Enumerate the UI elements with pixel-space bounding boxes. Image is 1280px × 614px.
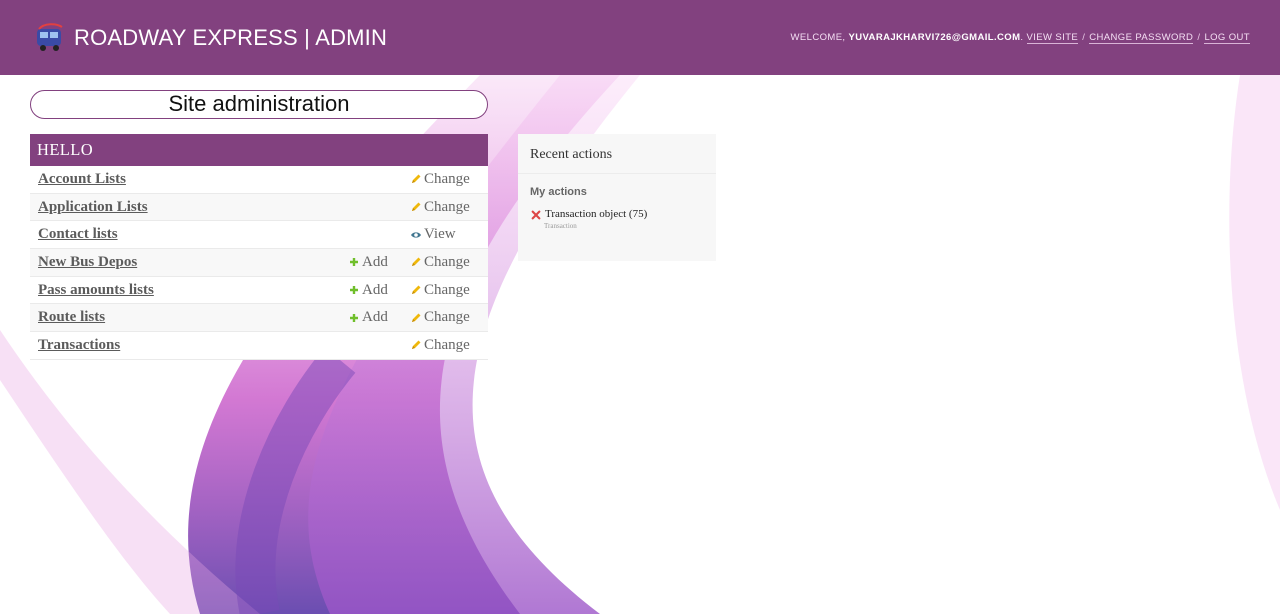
add-link[interactable]: Add [348,282,388,299]
recent-actions-panel: Recent actions My actions Transaction ob… [518,134,716,261]
view-site-link[interactable]: VIEW SITE [1026,32,1079,44]
change-label: Change [424,281,470,298]
add-link[interactable]: Add [348,309,388,326]
model-link[interactable]: Account Lists [38,171,126,188]
model-row: Contact lists View [30,221,488,250]
recent-action-link[interactable]: Transaction object (75) [545,208,647,220]
add-label: Add [362,253,388,270]
model-row: Account Lists Change [30,166,488,194]
add-label: Add [362,309,388,326]
add-label: Add [362,281,388,298]
model-row: Transactions Change [30,332,488,360]
model-row: Application Lists Change [30,193,488,222]
change-pencil-icon [412,340,421,350]
page-title: Site administration [30,90,488,119]
change-link[interactable]: Change [410,171,470,188]
model-row: New Bus Depos Add Change [30,249,488,277]
change-label: Change [424,170,470,187]
separator: / [1197,32,1201,43]
model-link[interactable]: Contact lists [38,226,118,243]
change-pencil-icon [412,202,421,212]
change-link[interactable]: Change [410,282,470,299]
model-row: Route lists Add Change [30,304,488,333]
add-link[interactable]: Add [348,254,388,271]
change-pencil-icon [412,257,421,267]
recent-action-type: Transaction [544,222,577,230]
recent-actions-title: Recent actions [518,134,716,174]
site-header: ROADWAY EXPRESS | ADMIN WELCOME, YUVARAJ… [0,0,1280,75]
change-label: Change [424,309,470,326]
model-link[interactable]: Route lists [38,309,105,326]
model-link[interactable]: New Bus Depos [38,254,137,271]
change-link[interactable]: Change [410,309,470,326]
delete-icon [531,210,541,220]
change-label: Change [424,253,470,270]
change-pencil-icon [412,174,421,184]
change-label: Change [424,198,470,215]
add-plus-icon [350,286,358,295]
my-actions-heading: My actions [530,186,587,198]
model-link[interactable]: Transactions [38,337,120,354]
change-pencil-icon [412,285,421,295]
change-password-link[interactable]: CHANGE PASSWORD [1089,32,1194,44]
username: YUVARAJKHARVI726@GMAIL.COM [848,32,1021,43]
separator: / [1082,32,1086,43]
welcome-text: WELCOME, [790,32,846,43]
add-plus-icon [350,258,358,267]
user-tools: WELCOME, YUVARAJKHARVI726@GMAIL.COM. VIE… [790,32,1250,44]
change-label: Change [424,336,470,353]
module-caption[interactable]: HELLO [30,134,488,166]
model-link[interactable]: Pass amounts lists [38,282,154,299]
change-link[interactable]: Change [410,254,470,271]
change-link[interactable]: Change [410,199,470,216]
model-list: Account Lists Change Application Lists Chan… [30,166,488,360]
site-title[interactable]: ROADWAY EXPRESS | ADMIN [74,25,387,51]
log-out-link[interactable]: LOG OUT [1204,32,1250,44]
branding: ROADWAY EXPRESS | ADMIN [34,21,387,55]
model-row: Pass amounts lists Add Change [30,276,488,305]
view-eye-icon [411,232,421,238]
change-link[interactable]: Change [410,337,470,354]
view-link[interactable]: View [410,226,456,243]
app-module-hello: HELLO Account Lists Change Application Lis… [30,134,488,360]
add-plus-icon [350,313,358,322]
bus-logo-icon [37,22,63,51]
recent-action-item: Transaction object (75) [518,208,716,220]
change-pencil-icon [412,313,421,322]
model-link[interactable]: Application Lists [38,199,148,216]
view-label: View [424,226,456,243]
